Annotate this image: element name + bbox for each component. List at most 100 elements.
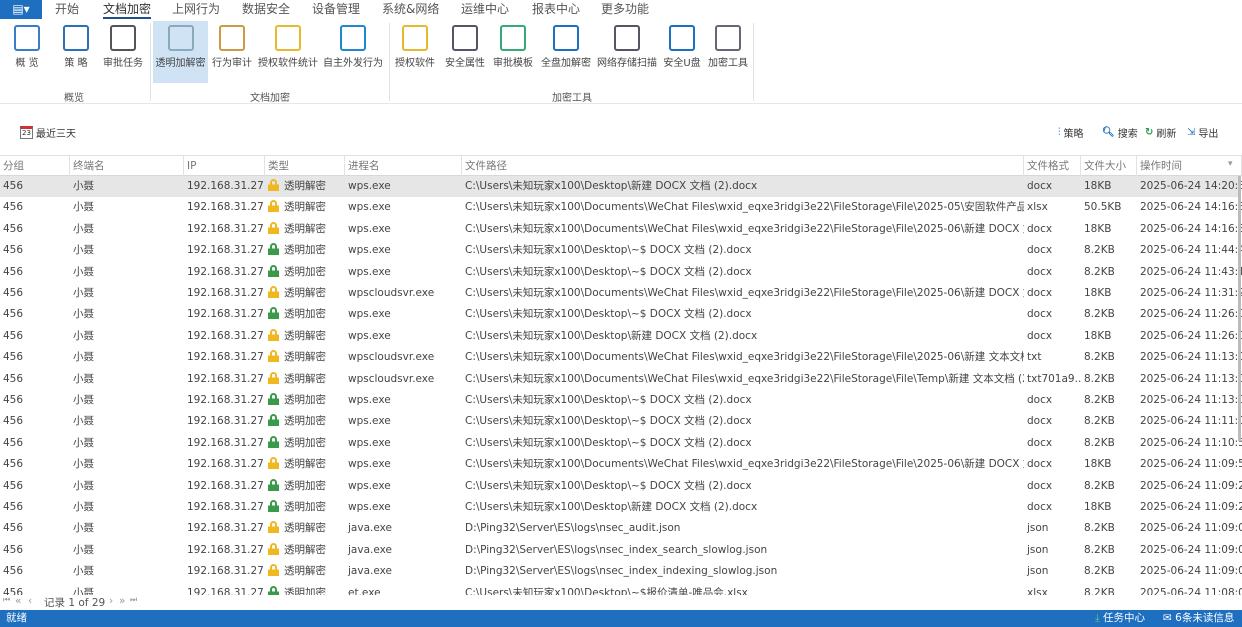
next-button[interactable]: ›: [109, 595, 113, 607]
cell-file-size: 50.5KB: [1084, 201, 1122, 214]
table-row[interactable]: 456 小聂 192.168.31.27 透明加密 wps.exe C:\Users\未知…: [0, 240, 1242, 261]
table-header: 分组 终端名 IP 类型 进程名 文件路径 文件格式 文件大小 操作时间 ▾: [0, 155, 1242, 176]
column-header[interactable]: 终端名: [70, 156, 184, 176]
table-row[interactable]: 456 小聂 192.168.31.27 透明加密 wps.exe C:\Users\未知…: [0, 433, 1242, 454]
software-stats-icon: [275, 25, 301, 51]
ribbon-button[interactable]: 概 览: [5, 21, 49, 83]
cell-op-time: 2025-06-24 11:44:43: [1140, 244, 1242, 257]
menu-tab[interactable]: 设备管理: [312, 1, 360, 17]
table-row[interactable]: 456 小聂 192.168.31.27 透明解密 wpscloudsvr.exe C:\…: [0, 283, 1242, 304]
table-row[interactable]: 456 小聂 192.168.31.27 透明解密 java.exe D:\Ping32\…: [0, 518, 1242, 539]
cell-terminal: 小聂: [73, 329, 94, 342]
ribbon-button[interactable]: 审批模板: [490, 21, 536, 83]
table-row[interactable]: 456 小聂 192.168.31.27 透明加密 wps.exe C:\Users\未知…: [0, 497, 1242, 518]
column-header[interactable]: IP: [184, 156, 265, 176]
menu-tab[interactable]: 更多功能: [601, 1, 649, 17]
ribbon-button[interactable]: 行为审计: [210, 21, 254, 83]
vertical-scrollbar[interactable]: [1238, 176, 1241, 441]
ribbon-button[interactable]: 全盘加解密: [539, 21, 593, 83]
ribbon-button[interactable]: 网络存储扫描: [594, 21, 660, 83]
ribbon-button[interactable]: 自主外发行为: [321, 21, 385, 83]
next-page-button[interactable]: »: [119, 595, 125, 607]
cell-ip: 192.168.31.27: [187, 522, 264, 535]
column-header[interactable]: 文件格式: [1024, 156, 1081, 176]
cell-group: 456: [3, 415, 24, 428]
table-row[interactable]: 456 小聂 192.168.31.27 透明解密 wpscloudsvr.exe C:\…: [0, 369, 1242, 390]
overview-grid-icon: [14, 25, 40, 51]
refresh-button[interactable]: ↻ 刷新: [1145, 125, 1176, 140]
table-row[interactable]: 456 小聂 192.168.31.27 透明加密 wps.exe C:\Users\未知…: [0, 411, 1242, 432]
ribbon-button[interactable]: 透明加解密: [153, 21, 208, 83]
column-header[interactable]: 进程名: [345, 156, 462, 176]
table-row[interactable]: 456 小聂 192.168.31.27 透明解密 wps.exe C:\Users\未知…: [0, 326, 1242, 347]
ribbon-button[interactable]: 安全属性: [441, 21, 489, 83]
menu-tab[interactable]: 运维中心: [461, 1, 509, 17]
cell-op-time: 2025-06-24 11:09:52: [1140, 458, 1242, 471]
type-label: 透明解密: [284, 522, 326, 535]
type-label: 透明加密: [284, 501, 326, 513]
cell-op-time: 2025-06-24 11:10:52: [1140, 436, 1242, 449]
menu-tab[interactable]: 系统&网络: [382, 1, 439, 17]
ribbon-button[interactable]: 加密工具: [705, 21, 751, 83]
menu-tab[interactable]: 报表中心: [532, 1, 580, 17]
messages-label: 6条未读信息: [1175, 612, 1235, 624]
search-button[interactable]: 🔍︎ 搜索: [1102, 125, 1138, 140]
table-row[interactable]: 456 小聂 192.168.31.27 透明解密 wps.exe C:\Users\未知…: [0, 219, 1242, 240]
table-row[interactable]: 456 小聂 192.168.31.27 透明解密 java.exe D:\Ping32\…: [0, 561, 1242, 582]
ribbon-button[interactable]: 授权软件统计: [257, 21, 319, 83]
table-row[interactable]: 456 小聂 192.168.31.27 透明解密 wps.exe C:\Users\未知…: [0, 454, 1242, 475]
messages-button[interactable]: ✉ 6条未读信息: [1163, 610, 1234, 627]
unlocked-padlock-icon: [268, 200, 279, 213]
column-header[interactable]: 文件路径: [462, 156, 1024, 176]
cell-op-time: 2025-06-24 11:13:08: [1140, 372, 1242, 385]
prev-button[interactable]: ‹: [28, 595, 32, 607]
unlocked-padlock-icon: [268, 457, 279, 470]
type-label: 透明解密: [284, 372, 326, 385]
cell-terminal: 小聂: [73, 265, 94, 278]
table-row[interactable]: 456 小聂 192.168.31.27 透明加密 wps.exe C:\Users\未知…: [0, 390, 1242, 411]
prev-page-button[interactable]: «: [15, 595, 21, 607]
cell-ip: 192.168.31.27: [187, 543, 264, 556]
table-row[interactable]: 456 小聂 192.168.31.27 透明加密 wps.exe C:\Users\未知…: [0, 304, 1242, 325]
table-row[interactable]: 456 小聂 192.168.31.27 透明解密 wpscloudsvr.exe C:\…: [0, 347, 1242, 368]
column-header[interactable]: 操作时间: [1137, 156, 1242, 176]
table-row[interactable]: 456 小聂 192.168.31.27 透明加密 wps.exe C:\Users\未知…: [0, 262, 1242, 283]
unlocked-padlock-icon: [268, 328, 279, 341]
task-center-button[interactable]: ⤓ 任务中心: [1095, 610, 1145, 627]
policy-button[interactable]: ⫶ 策略: [1058, 125, 1084, 140]
ribbon-button[interactable]: 审批任务: [100, 21, 146, 83]
export-icon: ⇲: [1187, 127, 1196, 138]
export-button[interactable]: ⇲ 导出: [1187, 125, 1218, 140]
column-header[interactable]: 文件大小: [1081, 156, 1137, 176]
ribbon-button-label: 全盘加解密: [541, 58, 591, 69]
first-page-button[interactable]: ⏮: [3, 595, 10, 605]
cell-file-size: 8.2KB: [1084, 372, 1115, 385]
transparent-cube-icon: [167, 25, 194, 51]
cell-file-format: txt701a9...: [1027, 372, 1081, 385]
ribbon-button[interactable]: 安全U盘: [660, 21, 704, 83]
ribbon-button[interactable]: 策 略: [56, 21, 96, 83]
menu-tab[interactable]: 开始: [55, 1, 79, 17]
column-header[interactable]: 类型: [265, 156, 345, 176]
cell-type: 透明加密: [265, 497, 345, 518]
cell-process: java.exe: [348, 565, 392, 578]
sort-arrow-icon[interactable]: ▾: [1228, 159, 1233, 169]
menu-tab[interactable]: 数据安全: [242, 1, 290, 17]
menu-tab[interactable]: 上网行为: [172, 1, 220, 17]
cell-type: 透明解密: [265, 369, 345, 390]
ribbon-button[interactable]: 授权软件: [392, 21, 438, 83]
menu-tab[interactable]: 文档加密: [103, 1, 152, 19]
table-row[interactable]: 456 小聂 192.168.31.27 透明解密 java.exe D:\Ping32\…: [0, 540, 1242, 561]
column-header[interactable]: 分组: [0, 156, 70, 176]
table-row[interactable]: 456 小聂 192.168.31.27 透明解密 wps.exe C:\Users\未知…: [0, 197, 1242, 218]
cell-terminal: 小聂: [73, 543, 94, 556]
table-row[interactable]: 456 小聂 192.168.31.27 透明加密 et.exe C:\Users\未知玩…: [0, 583, 1242, 595]
app-menu-button[interactable]: ▤▾: [0, 0, 42, 19]
cell-file-size: 8.2KB: [1084, 244, 1115, 257]
date-filter-button[interactable]: 23 最近三天: [20, 125, 76, 140]
type-label: 透明解密: [284, 351, 326, 364]
cell-type: 透明解密: [265, 283, 345, 304]
table-row[interactable]: 456 小聂 192.168.31.27 透明解密 wps.exe C:\Users\未知…: [0, 176, 1242, 198]
table-row[interactable]: 456 小聂 192.168.31.27 透明加密 wps.exe C:\Users\未知…: [0, 476, 1242, 497]
last-page-button[interactable]: ⏭: [130, 595, 137, 605]
